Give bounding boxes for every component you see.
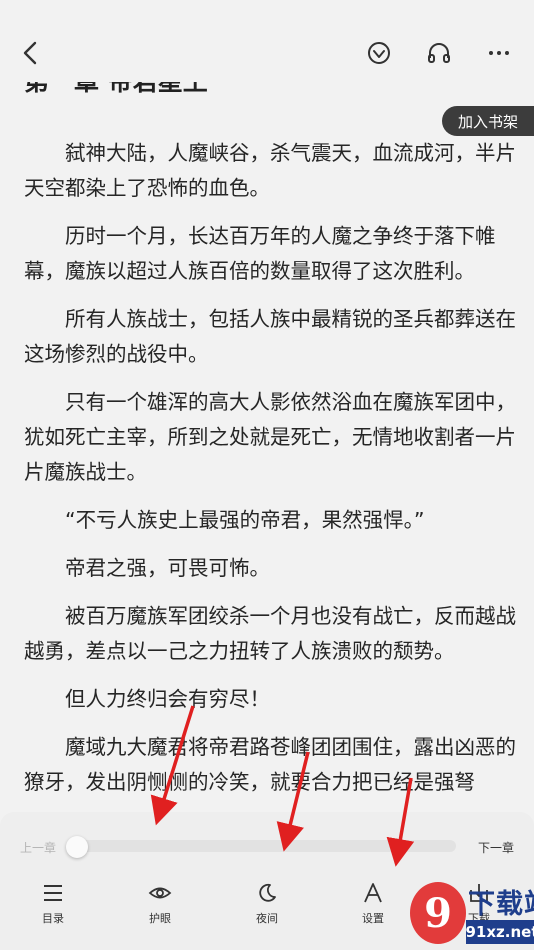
- chevron-left-icon: [23, 41, 37, 65]
- font-settings-icon: [364, 883, 382, 903]
- watermark-title: 下载站: [468, 889, 534, 920]
- reader-top-bar: [0, 0, 534, 82]
- paragraph: 但人力终归会有穷尽！: [65, 687, 270, 711]
- paragraph: 历时一个月，长达百万年的人魔之争终于落下帷幕，魔族以超过人族百倍的数量取得了这次…: [24, 224, 496, 283]
- paragraph: 魔域九大魔君将帝君路苍峰团团围住，露出凶恶的獠牙，发出阴恻恻的冷笑，就要合力把已…: [24, 735, 516, 794]
- chapter-progress-thumb[interactable]: [66, 836, 88, 858]
- diamond-icon: [368, 42, 390, 64]
- moon-icon: [259, 883, 276, 902]
- toc-label: 目录: [42, 912, 64, 925]
- headphones-icon: [428, 43, 450, 63]
- back-button[interactable]: [16, 38, 46, 68]
- paragraph: “不亏人族史上最强的帝君，果然强悍。”: [65, 508, 425, 532]
- paragraph: 所有人族战士，包括人族中最精锐的圣兵都葬送在这场惨烈的战役中。: [24, 307, 516, 366]
- paragraph: 帝君之强，可畏可怖。: [65, 556, 270, 580]
- listen-button[interactable]: [424, 38, 454, 68]
- more-button[interactable]: [484, 38, 514, 68]
- night-mode-button[interactable]: 夜间: [232, 880, 302, 930]
- paragraph: 弑神大陆，人魔峡谷，杀气震天，血流成河，半片天空都染上了恐怖的血色。: [24, 141, 516, 200]
- site-watermark: 9 下载站 91xz.net: [410, 880, 534, 950]
- watermark-url: 91xz.net: [466, 920, 534, 944]
- eye-icon: [148, 887, 172, 899]
- prev-chapter-button[interactable]: 上一章: [20, 839, 56, 856]
- night-mode-label: 夜间: [256, 912, 278, 925]
- paragraph: 只有一个雄浑的高大人影依然浴血在魔族军团中，犹如死亡主宰，所到之处就是死亡，无情…: [24, 390, 516, 484]
- add-to-bookshelf-button[interactable]: 加入书架: [442, 106, 534, 136]
- vip-button[interactable]: [364, 38, 394, 68]
- settings-button[interactable]: 设置: [338, 880, 408, 930]
- reading-content: 弑神大陆，人魔峡谷，杀气震天，血流成河，半片天空都染上了恐怖的血色。 历时一个月…: [24, 136, 516, 813]
- eye-care-button[interactable]: 护眼: [125, 880, 195, 930]
- settings-label: 设置: [362, 912, 384, 925]
- toc-button[interactable]: 目录: [18, 880, 88, 930]
- next-chapter-button[interactable]: 下一章: [478, 839, 514, 856]
- menu-list-icon: [44, 885, 62, 901]
- eye-care-label: 护眼: [149, 912, 171, 925]
- chapter-progress-slider[interactable]: [70, 840, 456, 852]
- more-horizontal-icon: [489, 51, 509, 55]
- paragraph: 被百万魔族军团绞杀一个月也没有战亡，反而越战越勇，差点以一己之力扭转了人族溃败的…: [24, 604, 516, 663]
- watermark-logo-mark: 9: [410, 882, 466, 944]
